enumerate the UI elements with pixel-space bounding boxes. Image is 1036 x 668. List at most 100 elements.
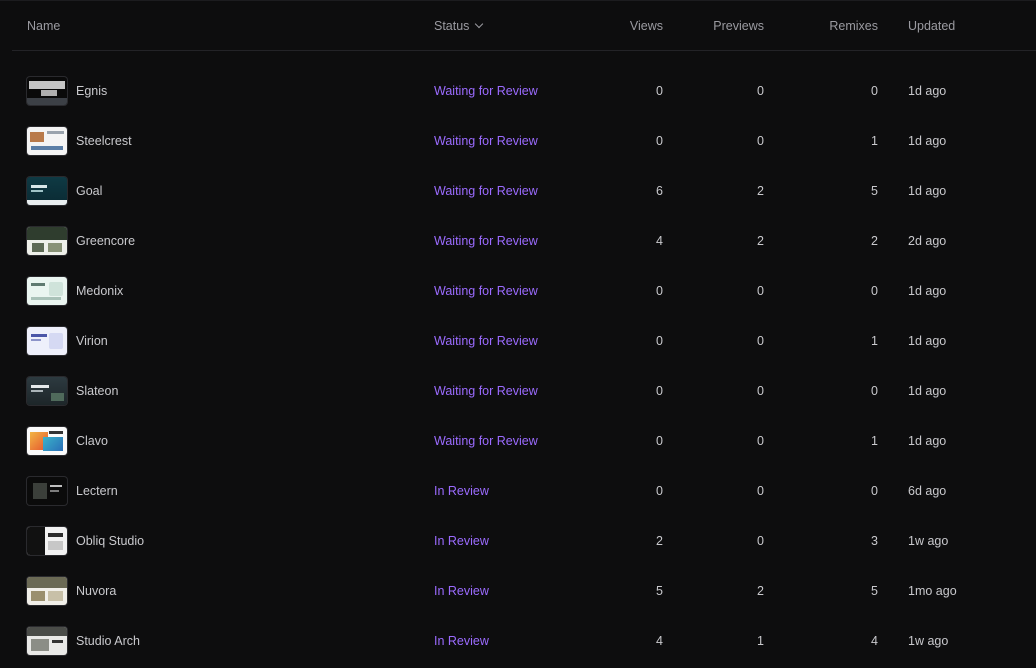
- remixes-value: 5: [871, 584, 878, 598]
- views-value: 0: [656, 334, 663, 348]
- views-value: 4: [656, 234, 663, 248]
- name-cell[interactable]: Lectern: [27, 466, 118, 516]
- name-cell[interactable]: Studio Arch: [27, 616, 140, 666]
- thumbnail-image: [27, 77, 67, 105]
- header-views[interactable]: Views: [630, 1, 663, 50]
- name-cell[interactable]: Greencore: [27, 216, 135, 266]
- table-row[interactable]: Egnis Waiting for Review 0 0 0 1d ago: [12, 66, 1036, 116]
- views-value: 4: [656, 634, 663, 648]
- status-link[interactable]: In Review: [434, 566, 489, 616]
- row-name[interactable]: Obliq Studio: [76, 534, 144, 548]
- header-name[interactable]: Name: [27, 1, 60, 50]
- status-link[interactable]: Waiting for Review: [434, 416, 538, 466]
- row-name[interactable]: Nuvora: [76, 584, 116, 598]
- updated-value: 1d ago: [908, 184, 947, 198]
- status-link[interactable]: Waiting for Review: [434, 116, 538, 166]
- previews-value: 1: [757, 634, 764, 648]
- previews-value: 0: [757, 434, 764, 448]
- previews-value: 0: [757, 534, 764, 548]
- table-row[interactable]: Nuvora In Review 5 2 5 1mo ago: [12, 566, 1036, 616]
- name-cell[interactable]: Slateon: [27, 366, 118, 416]
- header-status-sort[interactable]: Status: [434, 1, 484, 50]
- status-link[interactable]: In Review: [434, 466, 489, 516]
- thumbnail-image: [27, 527, 67, 555]
- table-row[interactable]: Virion Waiting for Review 0 0 1 1d ago: [12, 316, 1036, 366]
- row-name[interactable]: Goal: [76, 184, 102, 198]
- status-link[interactable]: Waiting for Review: [434, 316, 538, 366]
- views-value: 2: [656, 534, 663, 548]
- table-row[interactable]: Steelcrest Waiting for Review 0 0 1 1d a…: [12, 116, 1036, 166]
- updated-value: 1d ago: [908, 334, 947, 348]
- thumbnail-image: [27, 227, 67, 255]
- table-body: Egnis Waiting for Review 0 0 0 1d ago St…: [12, 66, 1036, 666]
- status-link[interactable]: Waiting for Review: [434, 66, 538, 116]
- remixes-value: 1: [871, 134, 878, 148]
- name-cell[interactable]: Virion: [27, 316, 108, 366]
- thumbnail-image: [27, 427, 67, 455]
- name-cell[interactable]: Goal: [27, 166, 102, 216]
- remixes-value: 2: [871, 234, 878, 248]
- remixes-value: 0: [871, 384, 878, 398]
- updated-value: 1d ago: [908, 384, 947, 398]
- updated-value: 1w ago: [908, 634, 949, 648]
- thumbnail-image: [27, 327, 67, 355]
- views-value: 0: [656, 434, 663, 448]
- header-previews[interactable]: Previews: [713, 1, 764, 50]
- remixes-value: 3: [871, 534, 878, 548]
- table-row[interactable]: Greencore Waiting for Review 4 2 2 2d ag…: [12, 216, 1036, 266]
- name-cell[interactable]: Clavo: [27, 416, 108, 466]
- name-cell[interactable]: Steelcrest: [27, 116, 132, 166]
- name-cell[interactable]: Nuvora: [27, 566, 116, 616]
- remixes-value: 0: [871, 284, 878, 298]
- header-status-label: Status: [434, 18, 470, 33]
- name-cell[interactable]: Obliq Studio: [27, 516, 144, 566]
- thumbnail-image: [27, 477, 67, 505]
- updated-value: 1mo ago: [908, 584, 957, 598]
- previews-value: 0: [757, 284, 764, 298]
- views-value: 0: [656, 384, 663, 398]
- table-row[interactable]: Studio Arch In Review 4 1 4 1w ago: [12, 616, 1036, 666]
- row-name[interactable]: Slateon: [76, 384, 118, 398]
- thumbnail-image: [27, 277, 67, 305]
- previews-value: 0: [757, 134, 764, 148]
- thumbnail-image: [27, 377, 67, 405]
- row-name[interactable]: Egnis: [76, 84, 107, 98]
- views-value: 0: [656, 484, 663, 498]
- status-link[interactable]: In Review: [434, 516, 489, 566]
- updated-value: 1w ago: [908, 534, 949, 548]
- remixes-value: 0: [871, 484, 878, 498]
- table-row[interactable]: Lectern In Review 0 0 0 6d ago: [12, 466, 1036, 516]
- updated-value: 1d ago: [908, 84, 947, 98]
- row-name[interactable]: Medonix: [76, 284, 123, 298]
- status-link[interactable]: Waiting for Review: [434, 366, 538, 416]
- header-updated[interactable]: Updated: [908, 1, 955, 50]
- previews-value: 0: [757, 384, 764, 398]
- thumbnail-image: [27, 577, 67, 605]
- status-link[interactable]: Waiting for Review: [434, 166, 538, 216]
- name-cell[interactable]: Medonix: [27, 266, 123, 316]
- views-value: 0: [656, 284, 663, 298]
- table-row[interactable]: Goal Waiting for Review 6 2 5 1d ago: [12, 166, 1036, 216]
- remixes-value: 5: [871, 184, 878, 198]
- thumbnail-image: [27, 127, 67, 155]
- previews-value: 0: [757, 84, 764, 98]
- table-row[interactable]: Slateon Waiting for Review 0 0 0 1d ago: [12, 366, 1036, 416]
- row-name[interactable]: Clavo: [76, 434, 108, 448]
- row-name[interactable]: Studio Arch: [76, 634, 140, 648]
- table-row[interactable]: Clavo Waiting for Review 0 0 1 1d ago: [12, 416, 1036, 466]
- name-cell[interactable]: Egnis: [27, 66, 107, 116]
- row-name[interactable]: Virion: [76, 334, 108, 348]
- remixes-value: 1: [871, 434, 878, 448]
- previews-value: 2: [757, 584, 764, 598]
- row-name[interactable]: Lectern: [76, 484, 118, 498]
- row-name[interactable]: Steelcrest: [76, 134, 132, 148]
- table-row[interactable]: Medonix Waiting for Review 0 0 0 1d ago: [12, 266, 1036, 316]
- header-remixes[interactable]: Remixes: [829, 1, 878, 50]
- status-link[interactable]: Waiting for Review: [434, 266, 538, 316]
- status-link[interactable]: In Review: [434, 616, 489, 666]
- updated-value: 1d ago: [908, 434, 947, 448]
- table-row[interactable]: Obliq Studio In Review 2 0 3 1w ago: [12, 516, 1036, 566]
- previews-value: 2: [757, 234, 764, 248]
- status-link[interactable]: Waiting for Review: [434, 216, 538, 266]
- row-name[interactable]: Greencore: [76, 234, 135, 248]
